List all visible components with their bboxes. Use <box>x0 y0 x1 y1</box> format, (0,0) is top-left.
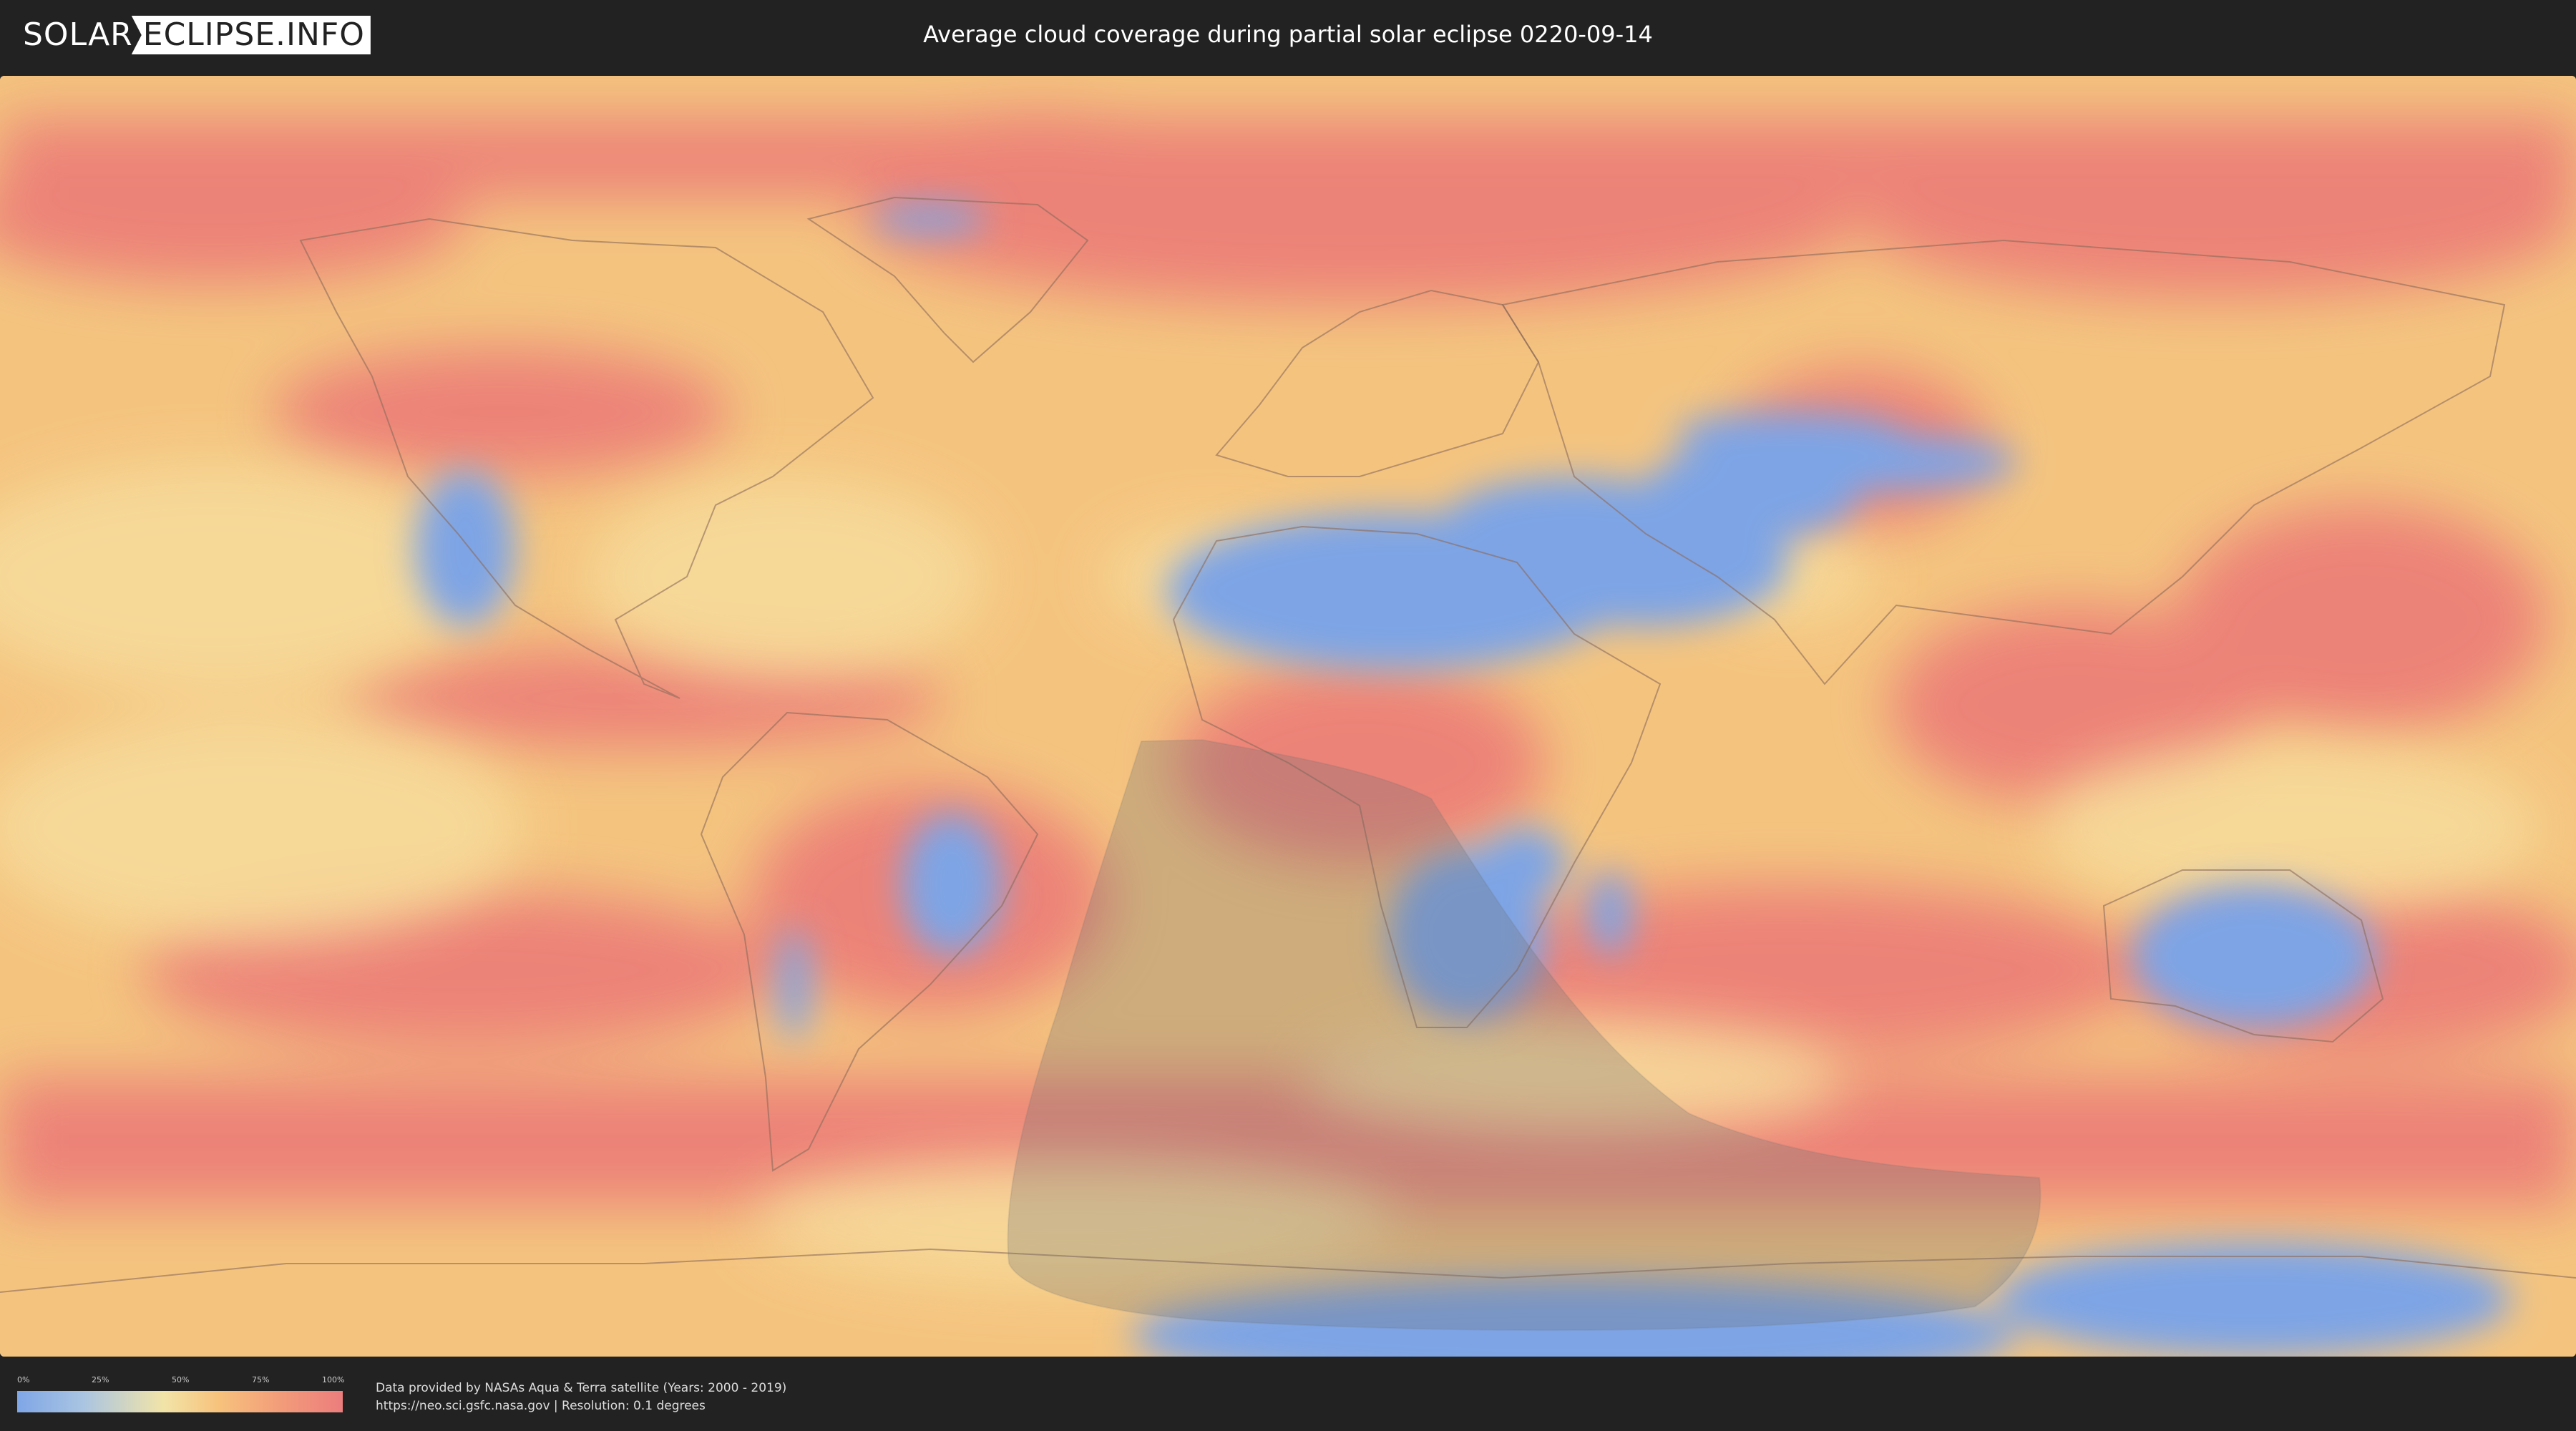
credit-line-url[interactable]: https://neo.sci.gsfc.nasa.gov | Resoluti… <box>376 1397 786 1415</box>
legend-color-bar <box>17 1391 343 1412</box>
page-title: Average cloud coverage during partial so… <box>923 21 1653 48</box>
legend-tick-50: 50% <box>172 1375 190 1384</box>
legend-tick-100: 100% <box>322 1375 345 1384</box>
legend-tick-0: 0% <box>17 1375 30 1384</box>
cloud-coverage-legend: 0% 25% 50% 75% 100% <box>17 1375 345 1412</box>
cloud-coverage-map <box>0 76 2576 1357</box>
footer: 0% 25% 50% 75% 100% Data provided by NAS… <box>0 1359 2576 1431</box>
legend-tick-25: 25% <box>92 1375 109 1384</box>
world-map-svg <box>0 76 2576 1357</box>
page: SOLAR ECLIPSE.INFO Average cloud coverag… <box>0 0 2576 1431</box>
credit-line-source: Data provided by NASAs Aqua & Terra sate… <box>376 1381 787 1395</box>
legend-tick-75: 75% <box>252 1375 270 1384</box>
data-credits: Data provided by NASAs Aqua & Terra sate… <box>376 1379 786 1415</box>
header: SOLAR ECLIPSE.INFO Average cloud coverag… <box>0 0 2576 72</box>
